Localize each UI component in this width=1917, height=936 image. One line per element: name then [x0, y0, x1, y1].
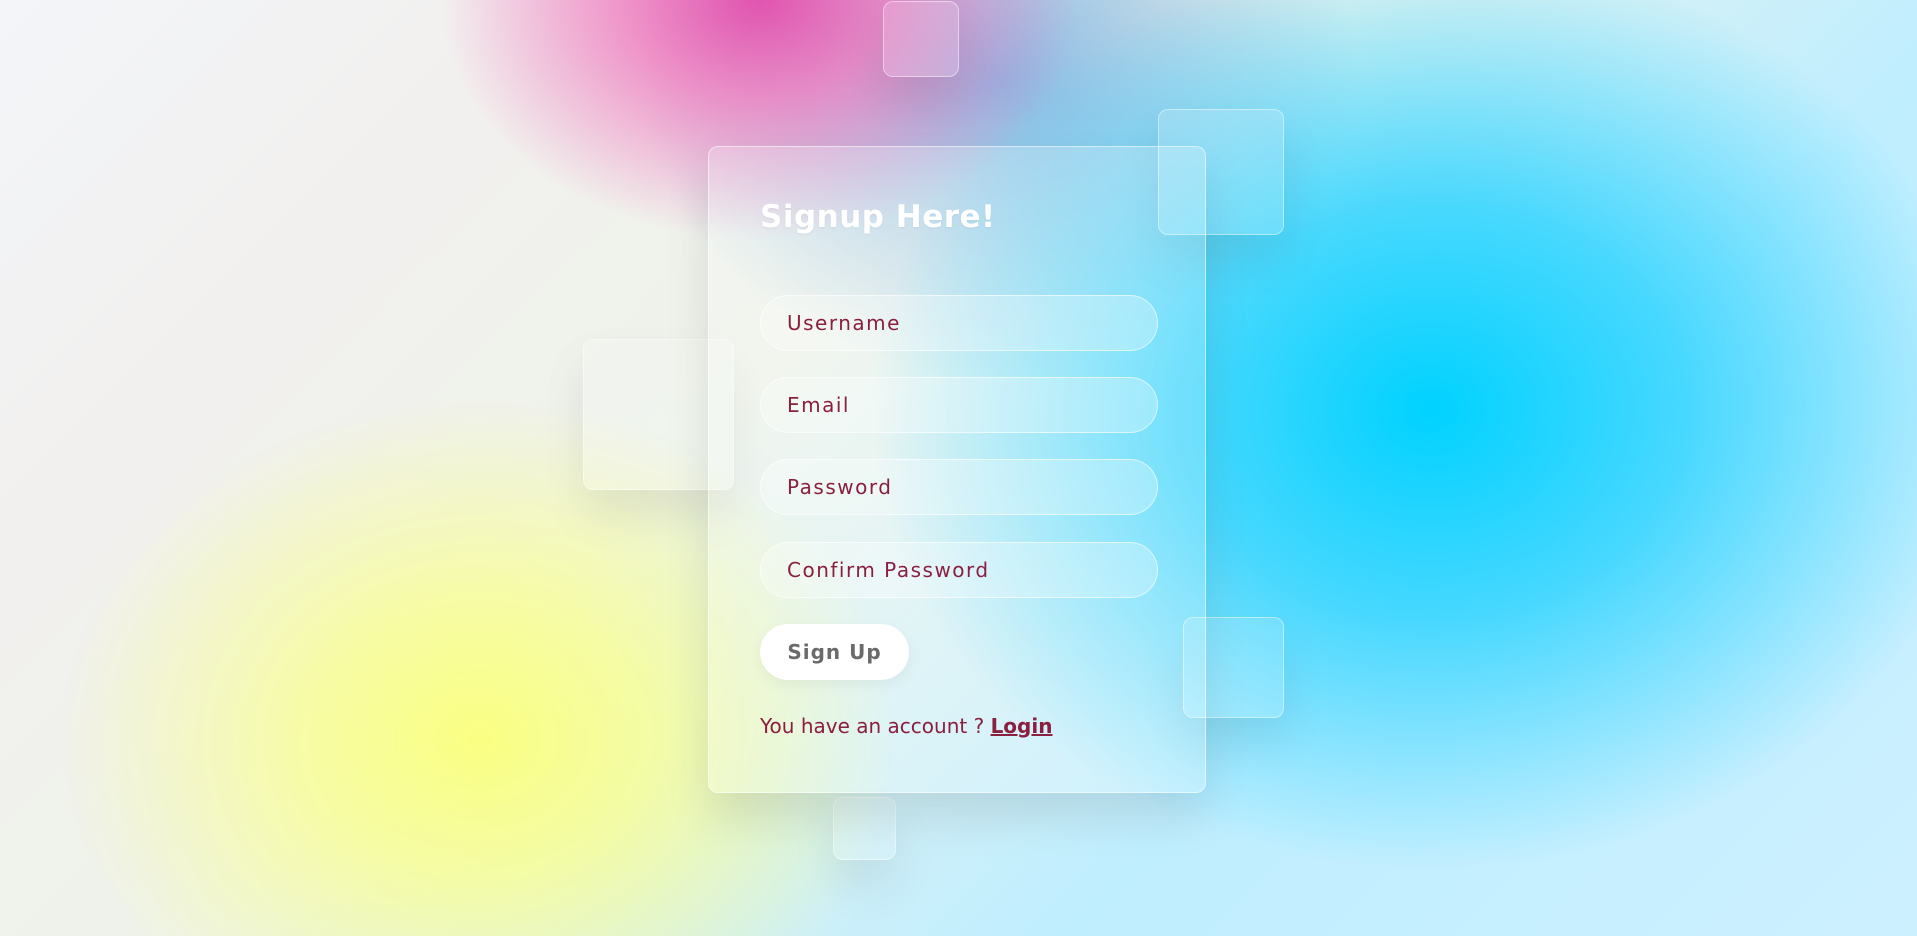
decorative-glass-square-top: [883, 1, 959, 77]
confirm-password-input[interactable]: [760, 542, 1158, 598]
sign-up-button[interactable]: Sign Up: [760, 624, 909, 680]
password-input[interactable]: [760, 459, 1158, 515]
decorative-glass-square-bottom: [833, 797, 896, 860]
login-link[interactable]: Login: [991, 714, 1053, 738]
login-prompt-text: You have an account ?: [760, 714, 985, 738]
username-input[interactable]: [760, 295, 1158, 351]
email-input[interactable]: [760, 377, 1158, 433]
signup-card: Signup Here! Sign Up You have an account…: [708, 146, 1206, 793]
login-prompt: You have an account ? Login: [760, 714, 1052, 738]
form-title: Signup Here!: [760, 199, 996, 235]
